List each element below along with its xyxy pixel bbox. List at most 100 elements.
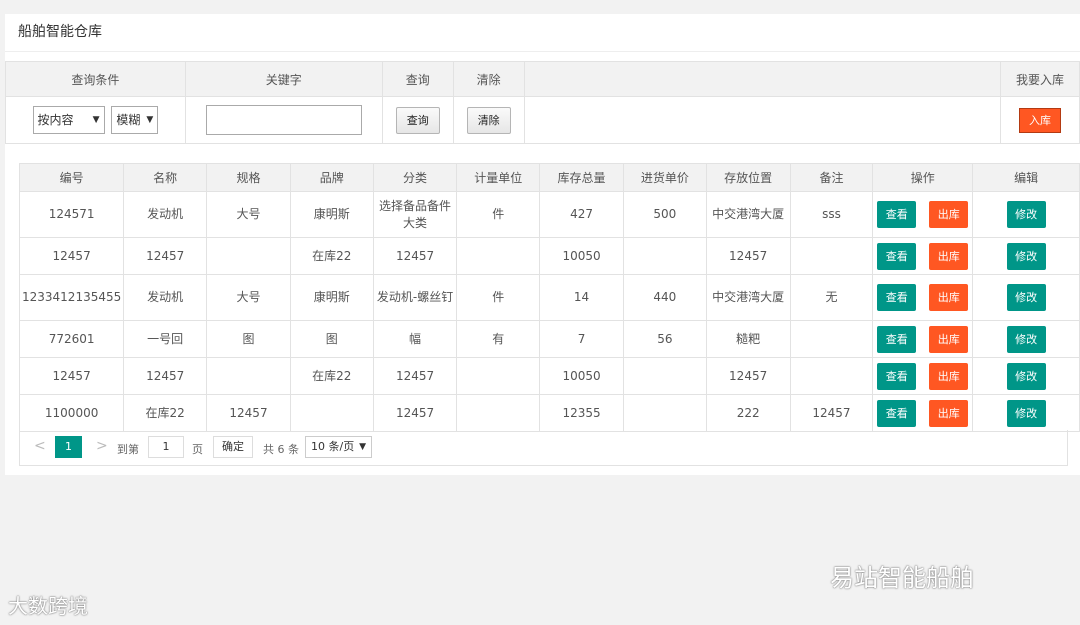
edit-button[interactable]: 修改 [1006, 284, 1046, 311]
edit-button[interactable]: 修改 [1006, 242, 1046, 270]
outbound-button[interactable]: 出库 [929, 284, 969, 311]
table-cell [206, 237, 291, 275]
view-button[interactable]: 查看 [877, 362, 917, 390]
column-header: 备注 [789, 163, 874, 192]
table-cell: 222 [705, 394, 791, 432]
table-row: 12457 12457 在库22 12457 10050 12457 查看 出库 修改 [18, 237, 1080, 275]
table-cell: 发动机 [123, 274, 208, 321]
table-cell: 糙粑 [705, 320, 791, 358]
actions-cell: 查看 出库 [872, 357, 974, 395]
view-button[interactable]: 查看 [877, 201, 917, 228]
table-cell: 图 [206, 320, 291, 358]
edit-cell: 修改 [972, 394, 1080, 432]
query-header-clear: 清除 [452, 61, 525, 97]
edit-cell: 修改 [972, 237, 1080, 275]
edit-cell: 修改 [972, 320, 1080, 358]
outbound-button[interactable]: 出库 [929, 399, 969, 427]
view-button[interactable]: 查看 [877, 284, 917, 311]
table-cell: 发动机 [123, 191, 208, 238]
table-cell: 124571 [18, 191, 125, 238]
watermark-left: 大数跨境 [8, 594, 88, 618]
table-cell: 选择备品备件大类 [372, 191, 458, 238]
query-header-spacer [523, 61, 1002, 97]
view-button[interactable]: 查看 [877, 242, 917, 270]
edit-button[interactable]: 修改 [1006, 362, 1046, 390]
goto-page-input[interactable]: 1 [148, 436, 184, 458]
table-cell: 12457 [372, 237, 458, 275]
keyword-input[interactable] [205, 105, 362, 135]
total-count: 共 6 条 [263, 443, 299, 456]
actions-cell: 查看 出库 [872, 274, 974, 321]
table-cell: 12457 [18, 357, 125, 395]
page-1-button[interactable]: 1 [55, 436, 82, 458]
table-cell: 在库22 [289, 237, 374, 275]
outbound-button[interactable]: 出库 [929, 242, 969, 270]
actions-cell: 查看 出库 [872, 237, 974, 275]
table-cell [622, 357, 707, 395]
next-page-button[interactable]: > [96, 438, 108, 454]
table-row: 1100000 在库22 12457 12457 12355 222 12457 查看 出库 修改 [18, 394, 1080, 432]
outbound-button[interactable]: 出库 [929, 201, 969, 228]
edit-cell: 修改 [972, 357, 1080, 395]
table-cell: sss [789, 191, 874, 238]
inbound-button[interactable]: 入库 [1019, 107, 1061, 133]
table-cell: 10050 [539, 357, 624, 395]
goto-confirm-button[interactable]: 确定 [213, 436, 253, 458]
match-select[interactable]: 模糊 ▼ [111, 106, 159, 134]
view-button[interactable]: 查看 [877, 325, 917, 353]
edit-button[interactable]: 修改 [1006, 201, 1046, 228]
table-cell: 12457 [705, 357, 791, 395]
column-header: 分类 [372, 163, 458, 192]
table-cell: 大号 [206, 191, 291, 238]
table-cell: 7 [539, 320, 624, 358]
table-cell: 在库22 [123, 394, 208, 432]
column-header: 存放位置 [705, 163, 791, 192]
table-header-row: 编号 名称 规格 品牌 分类 计量单位 库存总量 进货单价 存放位置 备注 操作 编辑 [18, 163, 1080, 192]
table-cell: 康明斯 [289, 274, 374, 321]
query-header-condition: 查询条件 [5, 61, 186, 97]
view-button[interactable]: 查看 [877, 399, 917, 427]
table-row: 772601 一号回图图幅有 7 56 糙粑 查看 出库 修改 [18, 320, 1080, 358]
query-header-inbound: 我要入库 [1000, 61, 1080, 97]
actions-cell: 查看 出库 [872, 394, 974, 432]
table-cell: 图 [289, 320, 374, 358]
search-button[interactable]: 查询 [395, 106, 440, 134]
table-cell: 500 [622, 191, 707, 238]
edit-button[interactable]: 修改 [1006, 325, 1046, 353]
column-header: 计量单位 [456, 163, 541, 192]
table-cell: 12457 [18, 237, 125, 275]
column-header: 品牌 [289, 163, 374, 192]
table-cell: 有 [456, 320, 541, 358]
table-cell: 件 [456, 274, 541, 321]
table-cell: 件 [456, 191, 541, 238]
table-cell: 一号回 [123, 320, 208, 358]
pagination: < 1 > 到第 1 页 确定 共 6 条 10 条/页 ▼ [19, 430, 1068, 466]
clear-button[interactable]: 清除 [466, 106, 511, 134]
edit-button[interactable]: 修改 [1006, 399, 1046, 427]
table-cell: 12457 [789, 394, 874, 432]
table-body: 124571 发动机 大号 康明斯 选择备品备件大类件 427 500 中交港湾大厦 sss 查看… [18, 191, 1080, 432]
prev-page-button[interactable]: < [34, 438, 46, 454]
table-row: 12457 12457 在库22 12457 10050 12457 查看 出库 修改 [18, 357, 1080, 395]
outbound-button[interactable]: 出库 [929, 362, 969, 390]
chevron-down-icon: ▼ [359, 442, 366, 452]
inventory-table: 编号 名称 规格 品牌 分类 计量单位 库存总量 进货单价 存放位置 备注 操作 编辑 124571 发… [18, 163, 1080, 432]
table-cell: 康明斯 [289, 191, 374, 238]
query-keyword-cell [184, 96, 383, 144]
table-cell: 中交港湾大厦 [705, 274, 791, 321]
page-size-select[interactable]: 10 条/页 ▼ [305, 436, 372, 458]
table-cell: 12457 [123, 357, 208, 395]
table-cell [456, 357, 541, 395]
query-inbound-cell: 入库 [1000, 96, 1080, 144]
condition-select[interactable]: 按内容 ▼ [32, 106, 105, 134]
table-cell: 12457 [372, 394, 458, 432]
column-header: 规格 [206, 163, 291, 192]
table-cell: 772601 [18, 320, 125, 358]
query-condition-cell: 按内容 ▼ 模糊 ▼ [5, 96, 186, 144]
table-cell: 427 [539, 191, 624, 238]
outbound-button[interactable]: 出库 [929, 325, 969, 353]
table-cell [206, 357, 291, 395]
query-search-cell: 查询 [381, 96, 454, 144]
query-header-search: 查询 [381, 61, 454, 97]
column-header: 操作 [872, 163, 974, 192]
